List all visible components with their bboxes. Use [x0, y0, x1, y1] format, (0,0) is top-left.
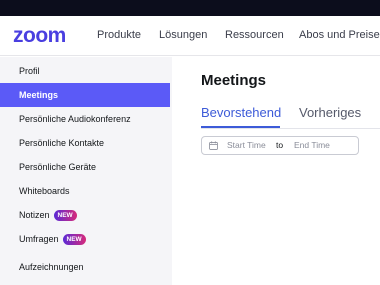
sidebar-item-umfragen[interactable]: Umfragen NEW: [0, 227, 170, 251]
page-title: Meetings: [201, 72, 267, 89]
end-time-input[interactable]: End Time: [294, 140, 330, 151]
sidebar-item-aufzeichnungen[interactable]: Aufzeichnungen: [0, 255, 170, 279]
sidebar-item-label: Umfragen: [19, 234, 59, 244]
sidebar-item-label: Whiteboards: [19, 186, 70, 196]
sidebar-item-profil[interactable]: Profil: [0, 59, 170, 83]
top-navigation: zoom Produkte Lösungen Ressourcen Abos u…: [0, 16, 380, 56]
sidebar: Profil Meetings Persönliche Audiokonfere…: [0, 57, 172, 285]
tabs-divider: [201, 128, 380, 129]
date-range-picker[interactable]: Start Time to End Time: [201, 136, 359, 155]
new-badge: NEW: [53, 210, 77, 221]
nav-item-produkte[interactable]: Produkte: [97, 28, 141, 42]
start-time-input[interactable]: Start Time: [227, 140, 266, 151]
nav-item-loesungen[interactable]: Lösungen: [159, 28, 207, 42]
sidebar-item-label: Persönliche Geräte: [19, 162, 97, 172]
sidebar-item-label: Persönliche Kontakte: [19, 138, 105, 148]
nav-item-abos-und-preise[interactable]: Abos und Preise: [299, 28, 380, 42]
sidebar-item-meetings[interactable]: Meetings: [0, 83, 170, 107]
sidebar-item-notizen[interactable]: Notizen NEW: [0, 203, 170, 227]
top-strip: [0, 0, 380, 16]
main-content: Meetings Bevorstehend Vorheriges Start T…: [172, 57, 380, 285]
sidebar-item-persoenliche-geraete[interactable]: Persönliche Geräte: [0, 155, 170, 179]
sidebar-item-label: Aufzeichnungen: [19, 262, 84, 272]
sidebar-item-whiteboards[interactable]: Whiteboards: [0, 179, 170, 203]
calendar-icon: [209, 141, 218, 150]
sidebar-item-label: Meetings: [19, 90, 59, 100]
tab-vorheriges[interactable]: Vorheriges: [299, 105, 361, 121]
tab-bevorstehend[interactable]: Bevorstehend: [201, 105, 281, 121]
zoom-logo[interactable]: zoom: [13, 25, 66, 46]
sidebar-item-persoenliche-kontakte[interactable]: Persönliche Kontakte: [0, 131, 170, 155]
sidebar-item-persoenliche-audiokonferenz[interactable]: Persönliche Audiokonferenz: [0, 107, 170, 131]
sidebar-item-label: Persönliche Audiokonferenz: [19, 114, 131, 124]
nav-item-ressourcen[interactable]: Ressourcen: [225, 28, 284, 42]
date-range-separator: to: [276, 140, 284, 150]
sidebar-item-label: Profil: [19, 66, 40, 76]
new-badge: NEW: [62, 234, 86, 245]
sidebar-item-label: Notizen: [19, 210, 50, 220]
